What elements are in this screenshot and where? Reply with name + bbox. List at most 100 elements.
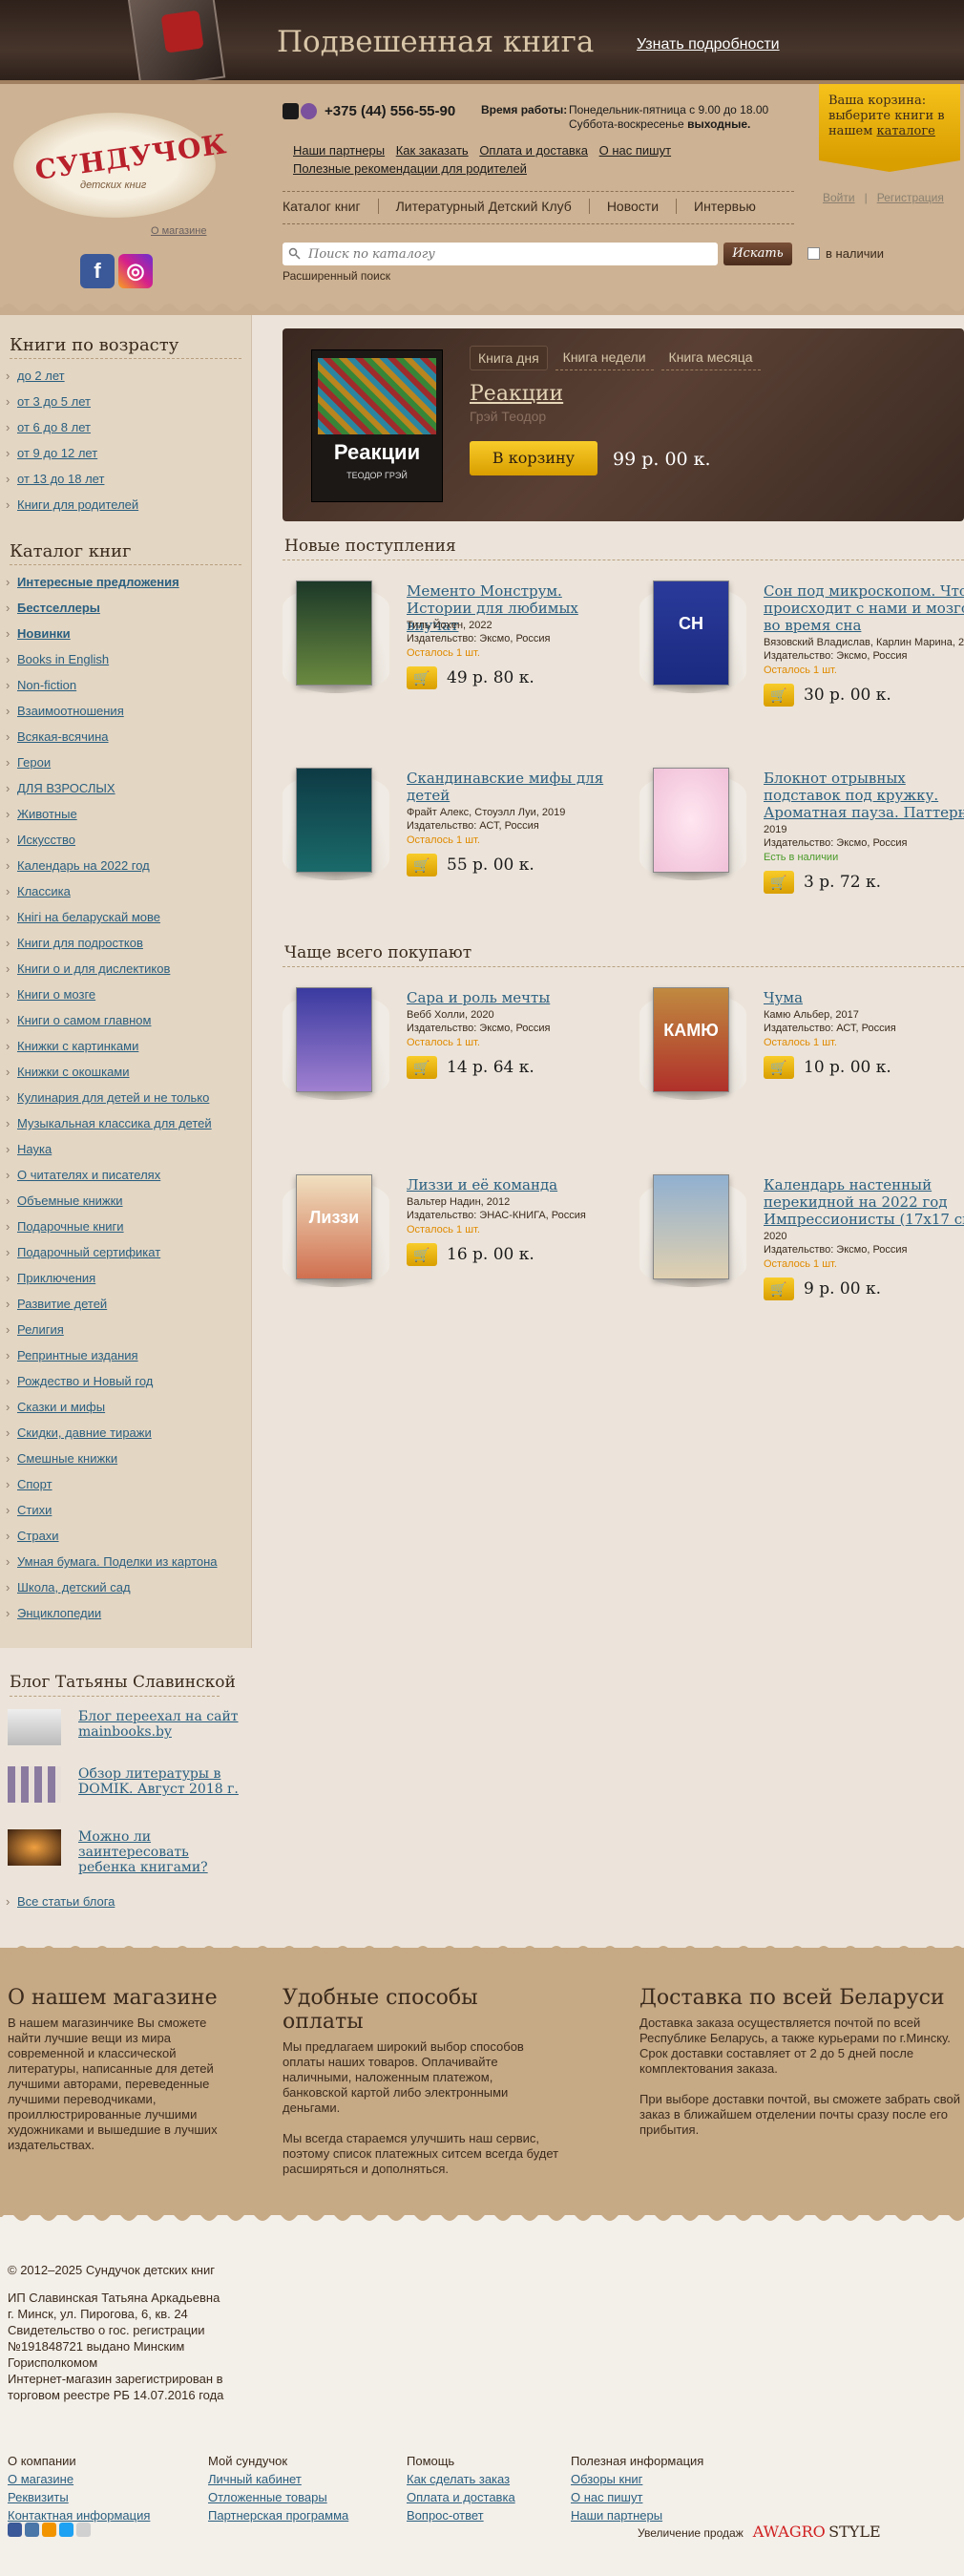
footer-link[interactable]: Вопрос-ответ [407,2506,515,2524]
search-input[interactable] [283,243,718,265]
catalog-link[interactable]: Books in English [17,652,109,666]
catalog-item[interactable]: Смешные книжки [0,1446,251,1471]
blog-post[interactable]: Блог переехал на сайт mainbooks.by [8,1709,246,1757]
checkbox-box[interactable] [807,247,820,260]
catalog-item[interactable]: Сказки и мифы [0,1394,251,1420]
catalog-item[interactable]: Бестселлеры [0,595,251,621]
catalog-item[interactable]: Книжки с окошками [0,1059,251,1085]
footer-link[interactable]: О магазине [8,2470,150,2488]
instock-checkbox[interactable]: в наличии [807,246,884,261]
catalog-item[interactable]: Стихи [0,1497,251,1523]
catalog-link[interactable]: Умная бумага. Поделки из картона [17,1554,218,1569]
catalog-item[interactable]: Умная бумага. Поделки из картона [0,1549,251,1574]
cart-icon[interactable]: 🛒 [764,871,794,894]
add-to-cart-button[interactable]: В корзину [470,441,597,475]
tab-book-of-day[interactable]: Книга дня [470,346,548,370]
catalog-link[interactable]: Всякая-всячина [17,729,109,744]
catalog-item[interactable]: Герои [0,750,251,775]
payment-delivery-link[interactable]: Оплата и доставка [479,143,588,158]
vk-icon[interactable] [25,2523,39,2537]
catalog-link[interactable]: Репринтные издания [17,1348,138,1362]
parents-tips-link[interactable]: Полезные рекомендации для родителей [293,161,527,176]
catalog-item[interactable]: Кнiгi на беларускай мове [0,904,251,930]
catalog-link[interactable]: Объемные книжки [17,1193,123,1208]
catalog-link[interactable]: ДЛЯ ВЗРОСЛЫХ [17,781,115,795]
age-link[interactable]: от 9 до 12 лет [17,446,97,460]
catalog-link[interactable]: Рождество и Новый год [17,1374,153,1388]
catalog-link[interactable]: Сказки и мифы [17,1400,105,1414]
age-link[interactable]: от 3 до 5 лет [17,394,91,409]
partners-link[interactable]: Наши партнеры [293,143,385,158]
catalog-link[interactable]: Кулинария для детей и не только [17,1090,209,1105]
catalog-link[interactable]: Герои [17,755,51,770]
phone-number[interactable]: +375 (44) 556-55-90 [325,103,455,119]
catalog-link[interactable]: Наука [17,1142,52,1156]
cart-widget[interactable]: Ваша корзина: выберите книги в нашем кат… [819,84,960,172]
catalog-link[interactable]: Спорт [17,1477,52,1491]
featured-cover[interactable]: Реакции ТЕОДОР ГРЭЙ [311,349,443,502]
product-title[interactable]: Календарь настенный перекидной на 2022 г… [764,1176,964,1228]
product-title[interactable]: Лиззи и её команда [407,1176,626,1193]
catalog-item[interactable]: Репринтные издания [0,1342,251,1368]
age-item[interactable]: от 6 до 8 лет [0,414,251,440]
catalog-link[interactable]: Классика [17,884,71,898]
nav-interview[interactable]: Интервью [676,199,773,214]
facebook-icon[interactable] [8,2523,22,2537]
footer-link[interactable]: Отложенные товары [208,2488,348,2506]
catalog-item[interactable]: Календарь на 2022 год [0,853,251,878]
footer-link[interactable]: Обзоры книг [571,2470,703,2488]
catalog-link[interactable]: Non-fiction [17,678,76,692]
product-cover[interactable]: КАМЮ [653,987,729,1092]
catalog-item[interactable]: Музыкальная классика для детей [0,1110,251,1136]
instagram-icon[interactable]: ◎ [118,254,153,288]
cart-icon[interactable]: 🛒 [407,1056,437,1079]
product-cover[interactable]: СН [653,581,729,686]
tab-book-of-month[interactable]: Книга месяца [660,346,761,370]
catalog-item[interactable]: Книги о и для дислектиков [0,956,251,982]
product-cover[interactable] [296,768,372,873]
product-title[interactable]: Блокнот отрывных подставок под кружку. А… [764,770,964,821]
product-cover[interactable] [653,1174,729,1279]
product-title[interactable]: Скандинавские мифы для детей [407,770,626,804]
catalog-link[interactable]: Бестселлеры [17,601,100,615]
catalog-link[interactable]: Музыкальная классика для детей [17,1116,212,1130]
age-item[interactable]: от 9 до 12 лет [0,440,251,466]
catalog-item[interactable]: Религия [0,1317,251,1342]
catalog-item[interactable]: Искусство [0,827,251,853]
catalog-link[interactable]: Стихи [17,1503,52,1517]
cart-icon[interactable]: 🛒 [407,854,437,876]
catalog-item[interactable]: Наука [0,1136,251,1162]
catalog-item[interactable]: Non-fiction [0,672,251,698]
catalog-item[interactable]: Страхи [0,1523,251,1549]
press-link[interactable]: О нас пишут [599,143,671,158]
blog-post[interactable]: Можно ли заинтересовать ребенка книгами? [8,1829,246,1877]
catalog-link[interactable]: Религия [17,1322,64,1337]
catalog-link[interactable]: Подарочный сертификат [17,1245,160,1259]
all-blog-posts-link[interactable]: Все статьи блога [17,1894,115,1909]
facebook-icon[interactable]: f [80,254,115,288]
catalog-item[interactable]: О читателях и писателях [0,1162,251,1188]
footer-link[interactable]: О нас пишут [571,2488,703,2506]
catalog-link[interactable]: Энциклопедии [17,1606,101,1620]
catalog-link[interactable]: Новинки [17,626,71,641]
blog-post-link[interactable]: Блог переехал на сайт mainbooks.by [78,1709,241,1740]
catalog-item[interactable]: Книги о мозге [0,982,251,1007]
catalog-link[interactable]: Смешные книжки [17,1451,117,1466]
catalog-item[interactable]: Энциклопедии [0,1600,251,1626]
footer-link[interactable]: Реквизиты [8,2488,150,2506]
catalog-link[interactable]: Книги о и для дислектиков [17,961,170,976]
footer-link[interactable]: Личный кабинет [208,2470,348,2488]
age-link[interactable]: от 6 до 8 лет [17,420,91,434]
catalog-item[interactable]: Животные [0,801,251,827]
catalog-item[interactable]: Книги для подростков [0,930,251,956]
link-icon[interactable] [76,2523,91,2537]
catalog-item[interactable]: Подарочные книги [0,1214,251,1239]
register-link[interactable]: Регистрация [877,191,944,204]
how-to-order-link[interactable]: Как заказать [396,143,469,158]
blog-post[interactable]: Обзор литературы в DOMIK. Август 2018 г. [8,1766,246,1814]
cart-icon[interactable]: 🛒 [407,1243,437,1266]
age-link[interactable]: от 13 до 18 лет [17,472,104,486]
catalog-link[interactable]: Интересные предложения [17,575,179,589]
catalog-link[interactable]: Книги о самом главном [17,1013,151,1027]
catalog-link[interactable]: О читателях и писателях [17,1168,160,1182]
